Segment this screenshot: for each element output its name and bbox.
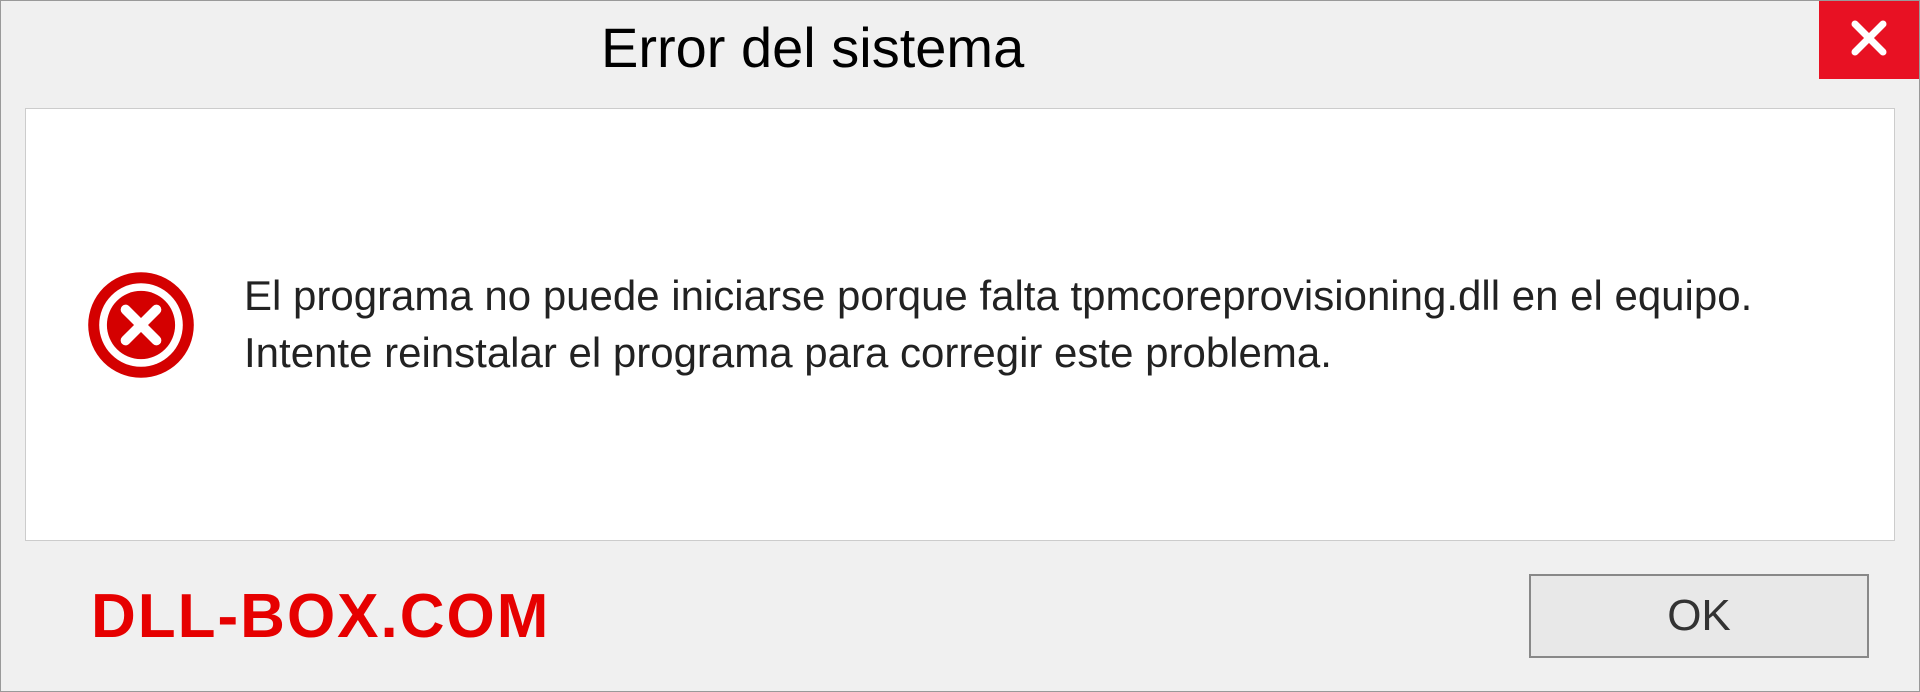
error-message: El programa no puede iniciarse porque fa…	[244, 268, 1834, 381]
ok-button-label: OK	[1667, 591, 1731, 641]
ok-button[interactable]: OK	[1529, 574, 1869, 658]
brand-watermark: DLL-BOX.COM	[91, 581, 550, 652]
footer: DLL-BOX.COM OK	[1, 541, 1919, 691]
close-button[interactable]	[1819, 1, 1919, 79]
error-icon	[86, 270, 196, 380]
titlebar: Error del sistema	[1, 1, 1919, 96]
dialog-title: Error del sistema	[601, 15, 1024, 80]
content-panel: El programa no puede iniciarse porque fa…	[25, 108, 1895, 541]
error-dialog: Error del sistema El programa no puede i…	[0, 0, 1920, 692]
close-icon	[1845, 14, 1893, 67]
